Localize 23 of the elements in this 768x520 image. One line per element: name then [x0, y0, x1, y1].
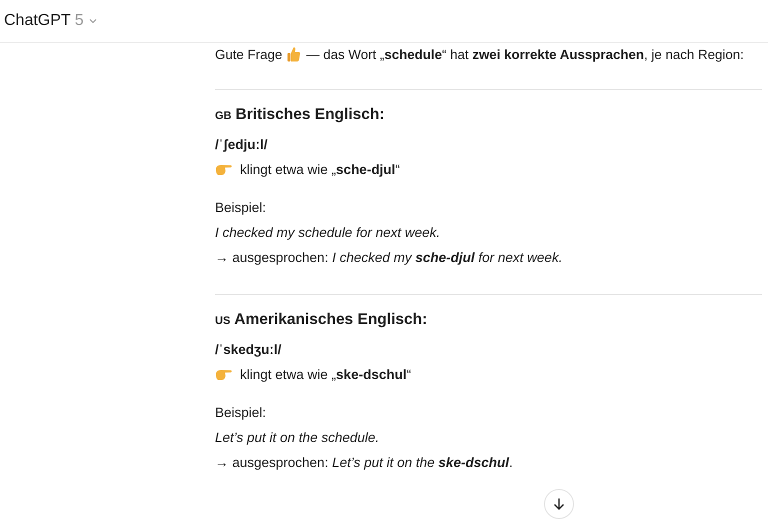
example-label: Beispiel: [215, 199, 268, 217]
arrow-down-icon [552, 497, 566, 511]
example-label: Beispiel: [215, 404, 268, 422]
pointing-hand-icon [215, 368, 233, 380]
phonetic-transcription: /ˈʃedjuːl/ [215, 136, 268, 154]
scroll-down-button[interactable] [544, 489, 574, 519]
example-sentence: I checked my schedule for next week. [215, 224, 442, 242]
model-selector[interactable]: ChatGPT 5 [4, 12, 98, 30]
thumbs-up-icon [287, 46, 302, 62]
intro-text: — das Wort „schedule“ hat zwei korrekte Aussprachen, je nach Region: [306, 46, 744, 62]
section-heading: Amerikanisches Englisch: [234, 311, 428, 329]
pronunciation-hint: klingt etwa wie „ske-dschul“ [240, 366, 412, 382]
chevron-down-icon [88, 16, 98, 26]
region-code: US [215, 315, 230, 327]
pronounced-sentence: → ausgesprochen: Let’s put it on the ske-dschul. [215, 454, 514, 472]
example-sentence: Let’s put it on the schedule. [215, 429, 380, 447]
phonetic-transcription: /ˈskedʒuːl/ [215, 341, 282, 359]
intro-text: Gute Frage [215, 46, 282, 62]
section-heading: Britisches Englisch: [236, 106, 385, 124]
pronounced-sentence: → ausgesprochen: I checked my sche-djul for next week. [215, 249, 564, 267]
region-code: GB [215, 110, 232, 122]
pronunciation-hint: klingt etwa wie „sche-djul“ [240, 162, 400, 176]
pointing-hand-icon [215, 162, 233, 176]
